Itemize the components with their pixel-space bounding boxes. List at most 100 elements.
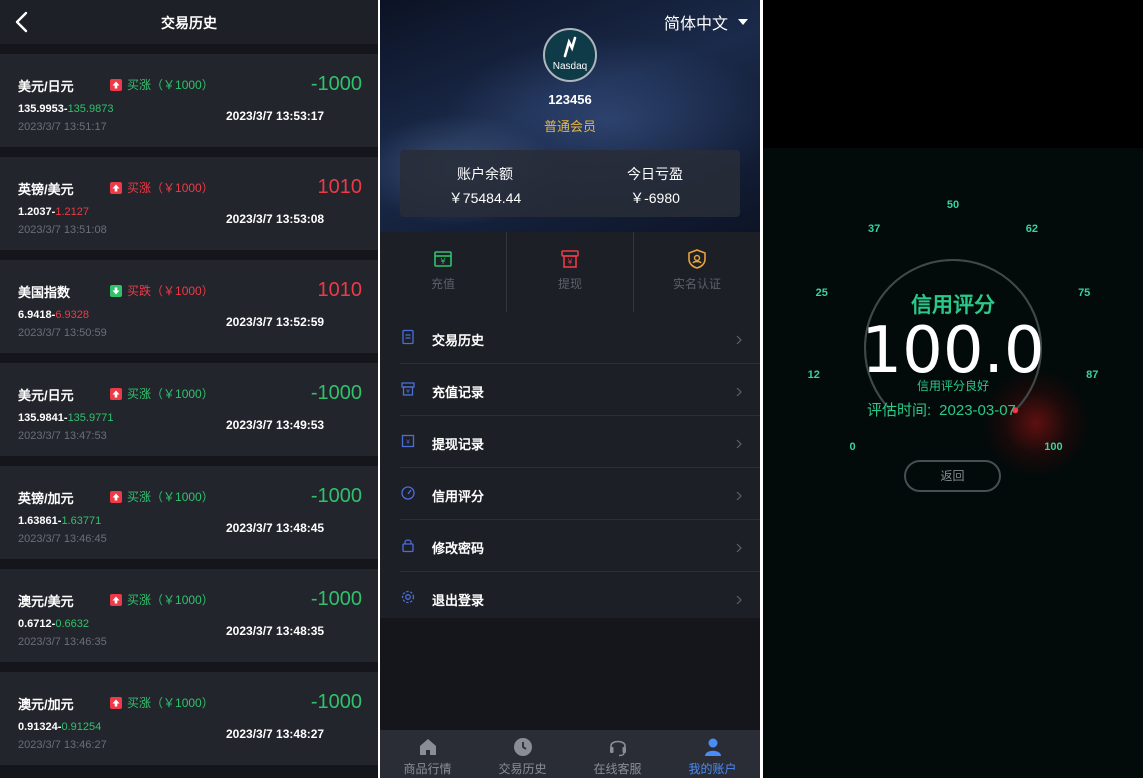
trade-direction: 买涨 （￥1000）	[110, 591, 214, 608]
balance-label: 账户余额	[457, 166, 513, 182]
user-id: 123456	[548, 92, 592, 107]
tab-label: 商品行情	[403, 762, 452, 776]
menu-item-label: 交易历史	[432, 333, 485, 348]
trade-prices: 0.6712-0.6632	[18, 618, 89, 630]
headset-icon	[607, 737, 629, 757]
arrow-up-icon	[110, 593, 122, 606]
close-price: 135.9771	[67, 412, 114, 424]
close-price: 0.91254	[61, 721, 102, 733]
tab-label: 在线客服	[593, 762, 642, 776]
menu-item-label: 提现记录	[432, 437, 485, 452]
tab-label: 我的账户	[688, 762, 737, 776]
tab-label: 交易历史	[498, 762, 547, 776]
trade-prices: 0.91324-0.91254	[18, 721, 102, 733]
trade-direction: 买涨 （￥1000）	[110, 385, 214, 402]
close-price: 0.6632	[55, 618, 89, 630]
trade-pair: 美元/日元	[18, 388, 74, 403]
evaluation-time-value: 2023-03-07	[939, 402, 1016, 419]
page-title: 交易历史	[161, 15, 217, 31]
stake-amount: （￥1000）	[151, 78, 214, 92]
gauge-tick-label: 100	[1044, 441, 1063, 454]
open-time: 2023/3/7 13:46:45	[18, 533, 107, 545]
avatar: Nasdaq	[543, 28, 597, 82]
chevron-right-icon	[736, 436, 742, 449]
trade-pair: 美国指数	[18, 285, 71, 300]
stake-amount: （￥1000）	[151, 181, 214, 195]
menu-item-change-password[interactable]: 修改密码	[400, 520, 760, 572]
member-level: 普通会员	[543, 119, 596, 134]
profit-loss: -1000	[310, 382, 362, 404]
trade-pair: 英镑/美元	[18, 182, 74, 197]
deposit-button[interactable]: ¥ 充值	[380, 232, 506, 312]
svg-text:¥: ¥	[406, 439, 410, 446]
gauge-icon	[400, 485, 416, 501]
svg-text:¥: ¥	[406, 389, 410, 396]
profit-loss: 1010	[317, 279, 363, 301]
close-price: 135.9873	[67, 103, 114, 115]
today-pl-label: 今日亏盈	[627, 166, 683, 182]
menu-item-deposit-records[interactable]: ¥ 充值记录	[400, 364, 760, 416]
chevron-right-icon	[736, 384, 742, 397]
trade-prices: 6.9418-6.9328	[18, 309, 89, 321]
withdraw-icon: ¥	[559, 248, 581, 270]
verify-button[interactable]: 实名认证	[633, 232, 760, 312]
menu-item-trade-history[interactable]: 交易历史	[400, 312, 760, 364]
trade-pair: 澳元/加元	[18, 697, 74, 712]
profit-loss: -1000	[310, 73, 362, 95]
home-icon	[417, 737, 439, 757]
lock-icon	[400, 537, 416, 553]
evaluation-time: 评估时间: 2023-03-07	[867, 399, 1016, 420]
balance-card: 账户余额 ￥75484.44 今日亏盈 ￥-6980	[400, 150, 740, 217]
withdraw-record-icon: ¥	[400, 433, 416, 449]
open-price: 1.2037	[18, 206, 52, 218]
tab-my-account[interactable]: 我的账户	[665, 730, 760, 778]
direction-label: 买涨	[127, 387, 152, 401]
profit-loss: 1010	[317, 176, 363, 198]
close-price: 6.9328	[55, 309, 89, 321]
trade-direction: 买跌 （￥1000）	[110, 282, 214, 299]
menu-item-label: 信用评分	[432, 489, 485, 504]
menu-item-label: 修改密码	[432, 541, 485, 556]
document-icon	[400, 329, 416, 345]
trade-prices: 135.9841-135.9771	[18, 412, 114, 424]
open-time: 2023/3/7 13:47:53	[18, 430, 107, 442]
arrow-down-icon	[110, 284, 122, 297]
profit-loss: -1000	[310, 588, 362, 610]
my-account-screen: 简体中文 Nasdaq 123456 普通会员 账户余额 ￥75484.44 今…	[380, 0, 760, 778]
trade-card: 美元/日元 买涨 （￥1000） 135.9841-135.9771 2023/3/7 …	[0, 363, 378, 456]
close-time: 2023/3/7 13:52:59	[226, 315, 325, 329]
close-time: 2023/3/7 13:53:08	[226, 212, 325, 226]
caret-down-icon	[738, 19, 748, 25]
close-time: 2023/3/7 13:53:17	[226, 109, 325, 123]
return-button[interactable]: 返回	[904, 460, 1001, 492]
account-menu: 交易历史 ¥ 充值记录 ¥ 提现记录 信用评分 修改密码 退出登录	[380, 312, 760, 618]
trade-card: 澳元/美元 买涨 （￥1000） 0.6712-0.6632 2023/3/7 13:4…	[0, 569, 378, 662]
trade-direction: 买涨 （￥1000）	[110, 76, 214, 93]
tab-trade-history[interactable]: 交易历史	[475, 730, 570, 778]
tab-support[interactable]: 在线客服	[570, 730, 665, 778]
withdraw-button[interactable]: ¥ 提现	[506, 232, 633, 312]
open-time: 2023/3/7 13:46:27	[18, 739, 107, 751]
gear-icon	[400, 589, 416, 605]
trade-prices: 1.63861-1.63771	[18, 515, 102, 527]
svg-text:¥: ¥	[567, 258, 572, 267]
menu-item-credit-score[interactable]: 信用评分	[400, 468, 760, 520]
menu-item-logout[interactable]: 退出登录	[400, 572, 760, 623]
trade-history-screen: 交易历史 美元/日元 买涨 （￥1000） 135.9953-135.9873 2023…	[0, 0, 378, 778]
header-bar: 交易历史	[0, 0, 378, 44]
language-selector[interactable]: 简体中文	[664, 10, 748, 34]
close-time: 2023/3/7 13:48:27	[226, 727, 325, 741]
open-time: 2023/3/7 13:51:17	[18, 121, 107, 133]
menu-item-withdraw-records[interactable]: ¥ 提现记录	[400, 416, 760, 468]
stake-amount: （￥1000）	[151, 490, 214, 504]
verify-label: 实名认证	[672, 277, 721, 291]
close-price: 1.63771	[61, 515, 102, 527]
today-pl-value: ￥-6980	[630, 190, 680, 206]
arrow-up-icon	[110, 181, 122, 194]
svg-text:¥: ¥	[440, 257, 445, 266]
close-time: 2023/3/7 13:48:35	[226, 624, 325, 638]
trade-card: 英镑/加元 买涨 （￥1000） 1.63861-1.63771 2023/3/7 13…	[0, 466, 378, 559]
trade-card: 英镑/美元 买涨 （￥1000） 1.2037-1.2127 2023/3/7 13:5…	[0, 157, 378, 250]
tab-market[interactable]: 商品行情	[380, 730, 475, 778]
chevron-right-icon	[736, 332, 742, 345]
